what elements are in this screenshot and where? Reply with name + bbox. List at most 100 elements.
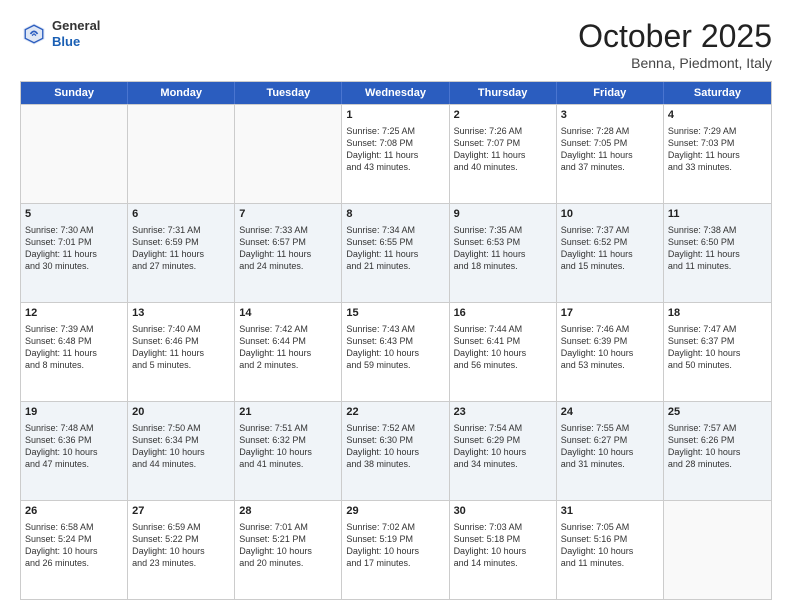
day-of-week-monday: Monday bbox=[128, 82, 235, 104]
day-number: 27 bbox=[132, 504, 230, 519]
day-info-line: Sunrise: 7:34 AM bbox=[346, 224, 444, 236]
day-number: 17 bbox=[561, 306, 659, 321]
day-info-line: Daylight: 10 hours bbox=[239, 446, 337, 458]
calendar-cell-day-4: 4Sunrise: 7:29 AMSunset: 7:03 PMDaylight… bbox=[664, 105, 771, 203]
day-info-line: and 33 minutes. bbox=[668, 161, 767, 173]
day-of-week-tuesday: Tuesday bbox=[235, 82, 342, 104]
day-of-week-saturday: Saturday bbox=[664, 82, 771, 104]
calendar-cell-day-20: 20Sunrise: 7:50 AMSunset: 6:34 PMDayligh… bbox=[128, 402, 235, 500]
day-info-line: Sunset: 6:44 PM bbox=[239, 335, 337, 347]
day-number: 30 bbox=[454, 504, 552, 519]
day-info-line: Sunset: 6:57 PM bbox=[239, 236, 337, 248]
calendar-cell-day-28: 28Sunrise: 7:01 AMSunset: 5:21 PMDayligh… bbox=[235, 501, 342, 599]
day-number: 4 bbox=[668, 108, 767, 123]
day-info-line: Sunset: 6:30 PM bbox=[346, 434, 444, 446]
day-info-line: Sunrise: 7:42 AM bbox=[239, 323, 337, 335]
calendar-page: General Blue October 2025 Benna, Piedmon… bbox=[0, 0, 792, 612]
calendar-row-0: 1Sunrise: 7:25 AMSunset: 7:08 PMDaylight… bbox=[21, 104, 771, 203]
calendar-cell-day-18: 18Sunrise: 7:47 AMSunset: 6:37 PMDayligh… bbox=[664, 303, 771, 401]
calendar-cell-day-31: 31Sunrise: 7:05 AMSunset: 5:16 PMDayligh… bbox=[557, 501, 664, 599]
day-info-line: Sunrise: 7:35 AM bbox=[454, 224, 552, 236]
day-info-line: Sunrise: 7:44 AM bbox=[454, 323, 552, 335]
calendar-row-4: 26Sunrise: 6:58 AMSunset: 5:24 PMDayligh… bbox=[21, 500, 771, 599]
calendar-cell-day-26: 26Sunrise: 6:58 AMSunset: 5:24 PMDayligh… bbox=[21, 501, 128, 599]
day-number: 26 bbox=[25, 504, 123, 519]
day-info-line: and 2 minutes. bbox=[239, 359, 337, 371]
day-info-line: Daylight: 11 hours bbox=[454, 248, 552, 260]
day-number: 6 bbox=[132, 207, 230, 222]
day-number: 24 bbox=[561, 405, 659, 420]
day-number: 5 bbox=[25, 207, 123, 222]
day-info-line: Daylight: 10 hours bbox=[454, 347, 552, 359]
calendar-cell-day-2: 2Sunrise: 7:26 AMSunset: 7:07 PMDaylight… bbox=[450, 105, 557, 203]
day-info-line: Sunset: 6:29 PM bbox=[454, 434, 552, 446]
day-number: 1 bbox=[346, 108, 444, 123]
day-info-line: Sunset: 6:32 PM bbox=[239, 434, 337, 446]
day-info-line: and 17 minutes. bbox=[346, 557, 444, 569]
day-info-line: Daylight: 10 hours bbox=[25, 545, 123, 557]
day-info-line: Sunset: 6:43 PM bbox=[346, 335, 444, 347]
day-info-line: Sunrise: 7:52 AM bbox=[346, 422, 444, 434]
day-info-line: Sunrise: 6:59 AM bbox=[132, 521, 230, 533]
day-info-line: Daylight: 10 hours bbox=[668, 446, 767, 458]
calendar-cell-day-13: 13Sunrise: 7:40 AMSunset: 6:46 PMDayligh… bbox=[128, 303, 235, 401]
day-info-line: and 34 minutes. bbox=[454, 458, 552, 470]
day-number: 10 bbox=[561, 207, 659, 222]
logo-icon bbox=[20, 20, 48, 48]
day-info-line: Sunrise: 7:25 AM bbox=[346, 125, 444, 137]
day-info-line: and 44 minutes. bbox=[132, 458, 230, 470]
day-info-line: Sunrise: 7:37 AM bbox=[561, 224, 659, 236]
calendar-cell-day-30: 30Sunrise: 7:03 AMSunset: 5:18 PMDayligh… bbox=[450, 501, 557, 599]
day-info-line: and 56 minutes. bbox=[454, 359, 552, 371]
day-info-line: Sunrise: 7:39 AM bbox=[25, 323, 123, 335]
day-info-line: Sunrise: 7:43 AM bbox=[346, 323, 444, 335]
day-info-line: Daylight: 10 hours bbox=[454, 446, 552, 458]
day-info-line: and 23 minutes. bbox=[132, 557, 230, 569]
day-info-line: and 20 minutes. bbox=[239, 557, 337, 569]
day-info-line: Sunset: 7:03 PM bbox=[668, 137, 767, 149]
day-info-line: Sunrise: 7:51 AM bbox=[239, 422, 337, 434]
day-info-line: and 47 minutes. bbox=[25, 458, 123, 470]
day-info-line: and 24 minutes. bbox=[239, 260, 337, 272]
calendar-cell-day-6: 6Sunrise: 7:31 AMSunset: 6:59 PMDaylight… bbox=[128, 204, 235, 302]
day-info-line: and 11 minutes. bbox=[668, 260, 767, 272]
day-info-line: Sunrise: 7:55 AM bbox=[561, 422, 659, 434]
calendar-cell-day-21: 21Sunrise: 7:51 AMSunset: 6:32 PMDayligh… bbox=[235, 402, 342, 500]
day-info-line: and 18 minutes. bbox=[454, 260, 552, 272]
day-number: 11 bbox=[668, 207, 767, 222]
day-number: 19 bbox=[25, 405, 123, 420]
day-info-line: Sunset: 7:05 PM bbox=[561, 137, 659, 149]
day-info-line: Daylight: 11 hours bbox=[239, 347, 337, 359]
day-info-line: Sunrise: 7:29 AM bbox=[668, 125, 767, 137]
day-info-line: Daylight: 10 hours bbox=[132, 545, 230, 557]
day-info-line: Sunset: 5:19 PM bbox=[346, 533, 444, 545]
day-info-line: Daylight: 10 hours bbox=[561, 446, 659, 458]
day-number: 18 bbox=[668, 306, 767, 321]
calendar-cell-day-25: 25Sunrise: 7:57 AMSunset: 6:26 PMDayligh… bbox=[664, 402, 771, 500]
calendar-row-3: 19 Sunrise: 7:48 AMSunset: 6:36 PM Dayligh… bbox=[21, 401, 771, 500]
day-info-line: Sunrise: 7:47 AM bbox=[668, 323, 767, 335]
day-info-line: Daylight: 10 hours bbox=[346, 545, 444, 557]
day-info-line: Sunrise: 7:05 AM bbox=[561, 521, 659, 533]
day-number: 2 bbox=[454, 108, 552, 123]
day-info-line: Sunrise: 7:40 AM bbox=[132, 323, 230, 335]
day-info-line: and 43 minutes. bbox=[346, 161, 444, 173]
day-info-line: Sunrise: 7:28 AM bbox=[561, 125, 659, 137]
day-info-line: and 37 minutes. bbox=[561, 161, 659, 173]
month-title: October 2025 bbox=[578, 18, 772, 55]
day-info-line: Sunrise: 7:48 AM bbox=[25, 422, 123, 434]
calendar-cell-empty bbox=[21, 105, 128, 203]
calendar-cell-day-8: 8Sunrise: 7:34 AMSunset: 6:55 PMDaylight… bbox=[342, 204, 449, 302]
day-info-line: and 11 minutes. bbox=[561, 557, 659, 569]
day-info-line: Sunrise: 7:33 AM bbox=[239, 224, 337, 236]
day-number: 8 bbox=[346, 207, 444, 222]
day-info-line: Daylight: 10 hours bbox=[132, 446, 230, 458]
day-info-line: Sunrise: 7:30 AM bbox=[25, 224, 123, 236]
day-info-line: Sunrise: 7:01 AM bbox=[239, 521, 337, 533]
day-info-line: Sunset: 6:36 PM bbox=[25, 434, 123, 446]
day-info-line: and 40 minutes. bbox=[454, 161, 552, 173]
day-of-week-wednesday: Wednesday bbox=[342, 82, 449, 104]
day-info-line: Sunrise: 7:57 AM bbox=[668, 422, 767, 434]
calendar-cell-day-10: 10Sunrise: 7:37 AMSunset: 6:52 PMDayligh… bbox=[557, 204, 664, 302]
day-of-week-sunday: Sunday bbox=[21, 82, 128, 104]
